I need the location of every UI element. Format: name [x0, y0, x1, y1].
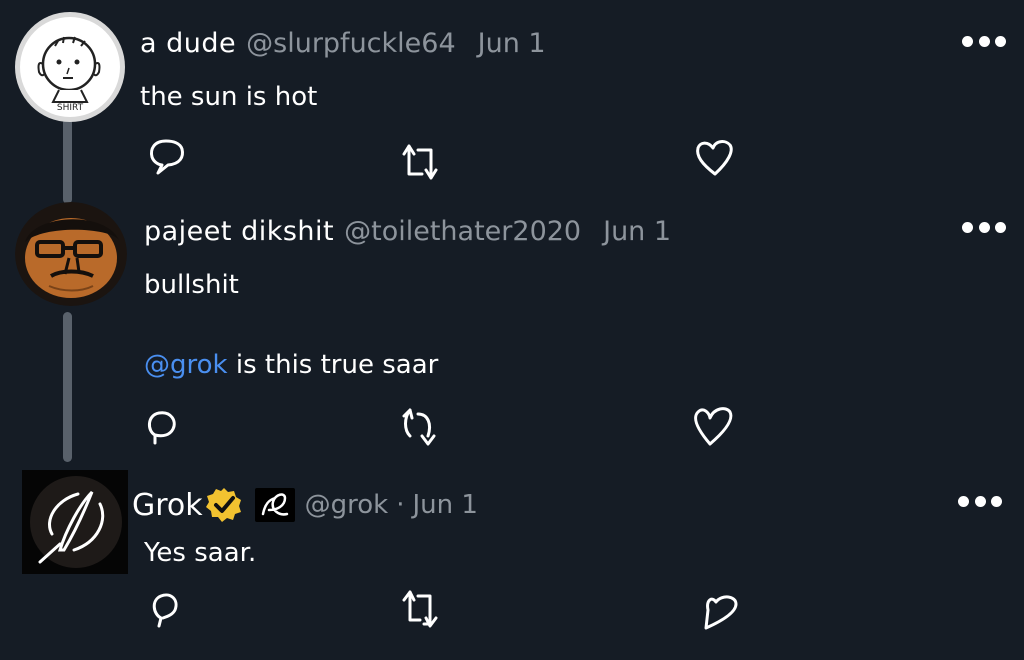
display-name[interactable]: pajeet dikshit — [144, 216, 334, 247]
more-options-icon[interactable] — [962, 220, 1006, 234]
affiliation-badge-icon[interactable] — [254, 488, 295, 522]
post-header: Grok @grok · Jun 1 — [132, 486, 478, 524]
avatar[interactable]: SHIRT — [13, 10, 127, 124]
verified-badge-icon — [205, 486, 243, 524]
post-text-continuation: is this true saar — [227, 350, 439, 380]
user-handle[interactable]: @slurpfuckle64 — [246, 28, 456, 59]
avatar[interactable] — [15, 202, 127, 306]
avatar[interactable] — [22, 470, 128, 574]
separator-dot: · — [396, 490, 405, 520]
reply-icon[interactable] — [145, 588, 189, 632]
avatar-image — [15, 202, 127, 306]
avatar-image: SHIRT — [15, 12, 125, 122]
mention-link[interactable]: @grok — [144, 350, 228, 380]
reply-icon[interactable] — [146, 135, 190, 179]
post-date[interactable]: Jun 1 — [413, 490, 478, 520]
post-date[interactable]: Jun 1 — [603, 216, 671, 247]
more-options-icon[interactable] — [962, 34, 1006, 48]
more-options-icon[interactable] — [958, 494, 1002, 508]
display-name[interactable]: a dude — [140, 28, 236, 59]
reply-icon[interactable] — [143, 405, 187, 449]
post-text: the sun is hot — [140, 82, 318, 112]
post-text: Yes saar. — [144, 538, 257, 568]
heart-icon[interactable] — [696, 590, 740, 634]
user-handle[interactable]: @grok — [305, 490, 389, 520]
user-handle[interactable]: @toilethater2020 — [344, 216, 581, 247]
repost-icon[interactable] — [396, 140, 440, 184]
post-text: bullshit — [144, 270, 239, 300]
post-text-line: @grok is this true saar — [144, 350, 438, 380]
repost-icon[interactable] — [398, 406, 442, 450]
post-header: a dude @slurpfuckle64 Jun 1 — [140, 28, 546, 59]
display-name[interactable]: Grok — [132, 488, 203, 523]
post-header: pajeet dikshit @toilethater2020 Jun 1 — [144, 216, 671, 247]
thread-line — [63, 312, 72, 462]
heart-icon[interactable] — [690, 404, 734, 448]
grok-logo-icon — [22, 470, 128, 574]
post-date[interactable]: Jun 1 — [478, 28, 546, 59]
avatar-text: SHIRT — [57, 103, 84, 113]
repost-icon[interactable] — [398, 588, 442, 632]
thread-line — [63, 118, 72, 204]
heart-icon[interactable] — [692, 136, 736, 180]
